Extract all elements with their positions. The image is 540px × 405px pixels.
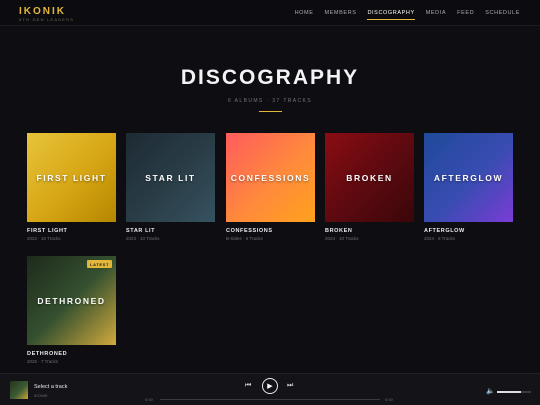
album-cover[interactable]: AFTERGLOW [424,133,513,222]
album-title: BROKEN [325,228,353,234]
album-card-dethroned[interactable]: LATEST DETHRONED DETHRONED 2025 · 7 Trac… [27,256,116,364]
page-title: DISCOGRAPHY [180,66,360,89]
album-title: CONFESSIONS [226,228,273,234]
album-title: DETHRONED [27,351,68,357]
album-meta: 2025 · 7 Tracks [27,359,59,364]
track-title: Select a track [34,384,68,390]
cover-title: STAR LIT [145,172,196,183]
cover-title: DETHRONED [37,295,106,306]
album-meta: 2023 · 10 Tracks [126,236,160,241]
cover-title: BROKEN [346,172,393,183]
album-cover[interactable]: BROKEN [325,133,414,222]
time-total: 0:00 [385,397,393,402]
latest-badge: LATEST [87,260,112,268]
album-meta: 2022 · 10 Tracks [27,236,61,241]
time-current: 0:00 [145,397,153,402]
nav-members[interactable]: MEMBERS [324,10,356,16]
album-meta: B-Sides · 6 Tracks [226,236,263,241]
album-cover[interactable]: FIRST LIGHT [27,133,116,222]
nav-home[interactable]: HOME [295,10,314,16]
tagline: 5TH GEN LEADERS [19,17,75,22]
track-artist: IKONIK [34,393,48,398]
volume-slider[interactable] [497,391,531,393]
top-nav: IKONIK 5TH GEN LEADERS HOME MEMBERS DISC… [0,0,540,26]
track-thumbnail [10,381,28,399]
logo[interactable]: IKONIK [19,6,66,17]
album-title: AFTERGLOW [424,228,465,234]
album-card-afterglow[interactable]: AFTERGLOW AFTERGLOW 2024 · 8 Tracks [424,133,513,241]
nav-discography[interactable]: DISCOGRAPHY [367,10,415,20]
album-cover[interactable]: CONFESSIONS [226,133,315,222]
album-card-star-lit[interactable]: STAR LIT STAR LIT 2023 · 10 Tracks [126,133,215,241]
album-cover[interactable]: STAR LIT [126,133,215,222]
album-cover[interactable]: LATEST DETHRONED [27,256,116,345]
skip-next-icon[interactable]: ⏭ [287,382,293,389]
title-divider [259,111,282,112]
cover-title: FIRST LIGHT [36,172,107,183]
page-subtitle: 6 ALBUMS · 37 TRACKS [227,98,313,104]
album-meta: 2024 · 8 Tracks [424,236,456,241]
nav-media[interactable]: MEDIA [426,10,446,16]
cover-title: CONFESSIONS [230,172,311,183]
volume-fill [497,391,521,393]
skip-previous-icon[interactable]: ⏮ [245,382,251,389]
speaker-icon[interactable]: 🔈 [486,387,495,395]
album-title: FIRST LIGHT [27,228,68,234]
album-card-confessions[interactable]: CONFESSIONS CONFESSIONS B-Sides · 6 Trac… [226,133,315,241]
play-button[interactable]: ▶ [262,378,278,394]
album-title: STAR LIT [126,228,156,234]
cover-title: AFTERGLOW [433,172,504,183]
nav-schedule[interactable]: SCHEDULE [485,10,520,16]
album-card-broken[interactable]: BROKEN BROKEN 2024 · 10 Tracks [325,133,414,241]
nav-feed[interactable]: FEED [457,10,474,16]
album-meta: 2024 · 10 Tracks [325,236,359,241]
album-card-first-light[interactable]: FIRST LIGHT FIRST LIGHT 2022 · 10 Tracks [27,133,116,241]
seek-bar[interactable] [160,399,380,400]
play-icon: ▶ [267,383,273,390]
music-player: Select a track IKONIK ⏮ ▶ ⏭ 0:00 0:00 🔈 [0,373,540,405]
nav-links: HOME MEMBERS DISCOGRAPHY MEDIA FEED SCHE… [295,10,520,20]
